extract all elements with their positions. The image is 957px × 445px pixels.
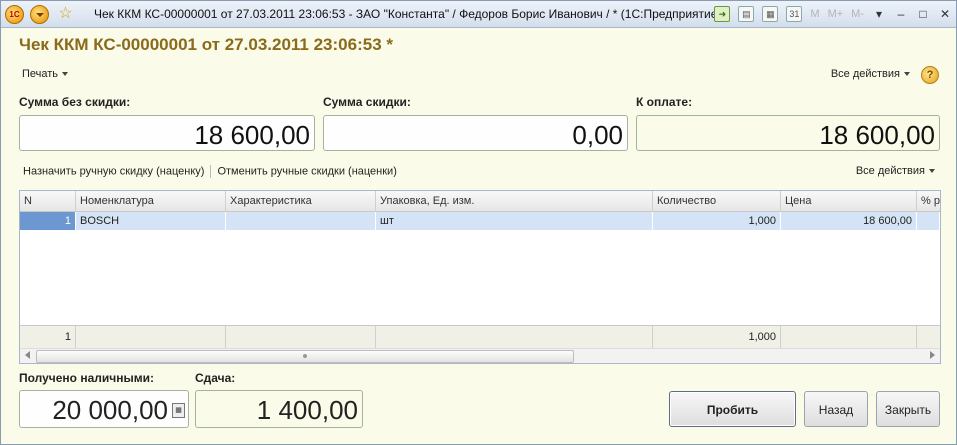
cash-received-label: Получено наличными: xyxy=(19,371,154,385)
cancel-discounts-button[interactable]: Отменить ручные скидки (наценки) xyxy=(217,165,396,177)
memory-m-button[interactable]: M xyxy=(810,8,819,20)
grid-all-actions-label: Все действия xyxy=(855,165,925,177)
discount-amount: 0,00 xyxy=(323,115,628,151)
all-actions-label: Все действия xyxy=(830,68,900,80)
calendar-icon[interactable]: 31 xyxy=(786,6,803,22)
punch-button[interactable]: Пробить xyxy=(669,391,796,427)
goods-table: N Номенклатура Характеристика Упаковка, … xyxy=(19,190,941,364)
no-discount-amount: 18 600,00 xyxy=(19,115,315,151)
chevron-down-icon xyxy=(904,72,910,77)
cash-received-value: 20 000,00 xyxy=(52,395,168,425)
go-arrow-icon[interactable]: ➜ xyxy=(714,6,731,22)
minimize-icon[interactable]: – xyxy=(894,7,908,21)
dropdown-icon[interactable]: ▾ xyxy=(872,7,886,21)
scroll-right-icon[interactable] xyxy=(930,351,935,359)
table-row[interactable]: 1 BOSCH шт 1,000 18 600,00 xyxy=(20,212,940,230)
cash-received-input[interactable]: 20 000,00 ▦ xyxy=(19,390,189,428)
1c-logo-icon[interactable]: 1С xyxy=(5,5,24,24)
no-discount-label: Сумма без скидки: xyxy=(19,95,131,109)
cell-n[interactable]: 1 xyxy=(20,212,76,230)
close-button[interactable]: Закрыть xyxy=(876,391,940,427)
divider xyxy=(210,165,212,178)
cell-unit[interactable]: шт xyxy=(376,212,653,230)
chevron-down-icon xyxy=(62,72,69,77)
footer-cell xyxy=(781,326,917,348)
memory-minus-button[interactable]: M- xyxy=(851,8,864,20)
window-title: Чек ККМ КС-00000001 от 27.03.2011 23:06:… xyxy=(94,7,722,21)
grid-all-actions-button[interactable]: Все действия xyxy=(856,165,935,177)
cell-percent[interactable] xyxy=(917,212,940,230)
column-header-item[interactable]: Номенклатура xyxy=(76,191,226,211)
column-header-characteristic[interactable]: Характеристика xyxy=(226,191,376,211)
footer-cell xyxy=(376,326,653,348)
title-bar: 1С ☆ Чек ККМ КС-00000001 от 27.03.2011 2… xyxy=(1,1,956,28)
title-toolbar: ➜ ▤ ▦ 31 M M+ M- ▾ – □ ✕ xyxy=(714,5,952,23)
memory-plus-button[interactable]: M+ xyxy=(828,8,844,20)
maximize-icon[interactable]: □ xyxy=(916,7,930,21)
due-amount: 18 600,00 xyxy=(636,115,940,151)
scroll-left-icon[interactable] xyxy=(25,351,30,359)
table-footer: 1 1,000 xyxy=(20,325,940,348)
table-header: N Номенклатура Характеристика Упаковка, … xyxy=(20,191,940,212)
column-header-price[interactable]: Цена xyxy=(781,191,917,211)
change-amount: 1 400,00 xyxy=(195,390,363,428)
chevron-down-icon xyxy=(929,169,935,174)
footer-cell xyxy=(76,326,226,348)
calculator-icon[interactable]: ▦ xyxy=(762,6,779,22)
scrollbar-thumb[interactable] xyxy=(36,350,574,363)
page-title: Чек ККМ КС-00000001 от 27.03.2011 23:06:… xyxy=(19,35,393,54)
due-label: К оплате: xyxy=(636,95,693,109)
main-menu-button[interactable] xyxy=(30,5,49,24)
print-menu-button[interactable]: Печать xyxy=(22,68,69,80)
help-icon[interactable]: ? xyxy=(921,66,939,84)
horizontal-scrollbar[interactable] xyxy=(20,348,940,363)
column-header-quantity[interactable]: Количество xyxy=(653,191,781,211)
back-button[interactable]: Назад xyxy=(804,391,868,427)
column-header-n[interactable]: N xyxy=(20,191,76,211)
calculator-icon[interactable]: ▦ xyxy=(172,403,185,418)
change-label: Сдача: xyxy=(195,371,236,385)
column-header-percent[interactable]: % ру xyxy=(917,191,940,211)
close-icon[interactable]: ✕ xyxy=(938,7,952,21)
footer-count: 1 xyxy=(20,326,76,348)
column-header-unit[interactable]: Упаковка, Ед. изм. xyxy=(376,191,653,211)
cell-price[interactable]: 18 600,00 xyxy=(781,212,917,230)
all-actions-menu-button[interactable]: Все действия xyxy=(831,68,910,80)
favorite-star-icon[interactable]: ☆ xyxy=(57,5,74,22)
footer-cell xyxy=(226,326,376,348)
assign-discount-button[interactable]: Назначить ручную скидку (наценку) xyxy=(23,165,204,177)
footer-quantity-total: 1,000 xyxy=(653,326,781,348)
cell-quantity[interactable]: 1,000 xyxy=(653,212,781,230)
app-window: 1С ☆ Чек ККМ КС-00000001 от 27.03.2011 2… xyxy=(0,0,957,445)
print-label: Печать xyxy=(22,68,59,80)
cell-item[interactable]: BOSCH xyxy=(76,212,226,230)
cell-characteristic[interactable] xyxy=(226,212,376,230)
discount-command-bar: Назначить ручную скидку (наценку) Отменит… xyxy=(23,165,397,178)
grip-icon xyxy=(303,354,307,358)
document-icon[interactable]: ▤ xyxy=(738,6,755,22)
discount-label: Сумма скидки: xyxy=(323,95,411,109)
